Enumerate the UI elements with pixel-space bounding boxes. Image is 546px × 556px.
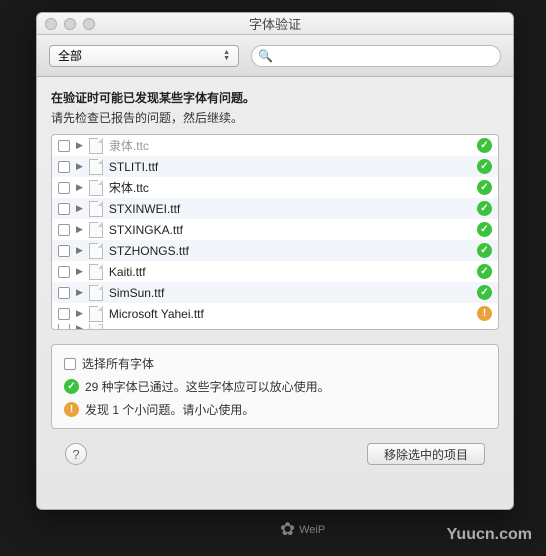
watermark-site: Yuucn.com — [447, 526, 532, 544]
search-field: 🔍 — [251, 45, 501, 67]
row-checkbox[interactable] — [58, 182, 70, 194]
font-list[interactable]: ▶ 隶体.ttc ✓ ▶ STLITI.ttf ✓ ▶ 宋体.ttc ✓ ▶ STXINWEI.tt… — [51, 134, 499, 330]
warning-icon: ! — [477, 306, 492, 321]
warning-subtext: 请先检查已报告的问题，然后继续。 — [51, 109, 499, 126]
list-item[interactable]: ▶ STXINGKA.ttf ✓ — [52, 219, 498, 240]
list-item[interactable]: ▶ Kaiti.ttf ✓ — [52, 261, 498, 282]
list-item[interactable]: ▶ SimSun.ttf ✓ — [52, 282, 498, 303]
font-name: STZHONGS.ttf — [109, 244, 471, 258]
file-icon — [89, 324, 103, 330]
list-item[interactable]: ▶ — [52, 324, 498, 330]
filter-select[interactable]: 全部 ▲▼ — [49, 45, 239, 67]
search-icon: 🔍 — [258, 49, 273, 63]
disclosure-triangle-icon[interactable]: ▶ — [76, 161, 83, 172]
list-item[interactable]: ▶ STLITI.ttf ✓ — [52, 156, 498, 177]
check-icon: ✓ — [64, 379, 79, 394]
font-name: Microsoft Yahei.ttf — [109, 307, 471, 321]
row-checkbox[interactable] — [58, 203, 70, 215]
file-icon — [89, 138, 103, 154]
font-validation-window: 字体验证 全部 ▲▼ 🔍 在验证时可能已发现某些字体有问题。 请先检查已报告的问… — [36, 12, 514, 510]
file-icon — [89, 201, 103, 217]
check-icon: ✓ — [477, 264, 492, 279]
check-icon: ✓ — [477, 201, 492, 216]
warning-icon: ! — [64, 402, 79, 417]
disclosure-triangle-icon[interactable]: ▶ — [76, 245, 83, 256]
search-input[interactable] — [251, 45, 501, 67]
row-checkbox[interactable] — [58, 224, 70, 236]
footer: ? 移除选中的项目 — [51, 443, 499, 465]
disclosure-triangle-icon[interactable]: ▶ — [76, 308, 83, 319]
warning-heading: 在验证时可能已发现某些字体有问题。 — [51, 89, 499, 106]
disclosure-triangle-icon[interactable]: ▶ — [76, 224, 83, 235]
warned-row: ! 发现 1 个小问题。请小心使用。 — [64, 401, 486, 418]
select-all-row: 选择所有字体 — [64, 355, 486, 372]
check-icon: ✓ — [477, 222, 492, 237]
list-item[interactable]: ▶ STZHONGS.ttf ✓ — [52, 240, 498, 261]
file-icon — [89, 243, 103, 259]
filter-label: 全部 — [58, 47, 82, 64]
font-name: STLITI.ttf — [109, 160, 471, 174]
row-checkbox[interactable] — [58, 140, 70, 152]
font-name: Kaiti.ttf — [109, 265, 471, 279]
font-name: 隶体.ttc — [109, 137, 471, 154]
passed-text: 29 种字体已通过。这些字体应可以放心使用。 — [85, 378, 330, 395]
check-icon: ✓ — [477, 285, 492, 300]
list-item[interactable]: ▶ STXINWEI.ttf ✓ — [52, 198, 498, 219]
disclosure-triangle-icon[interactable]: ▶ — [76, 182, 83, 193]
file-icon — [89, 264, 103, 280]
window-title: 字体验证 — [45, 14, 505, 33]
file-icon — [89, 180, 103, 196]
row-checkbox[interactable] — [58, 308, 70, 320]
list-item[interactable]: ▶ 隶体.ttc ✓ — [52, 135, 498, 156]
file-icon — [89, 159, 103, 175]
font-name: 宋体.ttc — [109, 179, 471, 196]
check-icon: ✓ — [477, 180, 492, 195]
row-checkbox[interactable] — [58, 266, 70, 278]
summary-box: 选择所有字体 ✓ 29 种字体已通过。这些字体应可以放心使用。 ! 发现 1 个… — [51, 344, 499, 429]
file-icon — [89, 285, 103, 301]
updown-icon: ▲▼ — [223, 50, 230, 62]
file-icon — [89, 306, 103, 322]
row-checkbox[interactable] — [58, 245, 70, 257]
check-icon: ✓ — [477, 243, 492, 258]
disclosure-triangle-icon[interactable]: ▶ — [76, 203, 83, 214]
file-icon — [89, 222, 103, 238]
filter-select-button[interactable]: 全部 ▲▼ — [49, 45, 239, 67]
row-checkbox[interactable] — [58, 287, 70, 299]
list-item[interactable]: ▶ 宋体.ttc ✓ — [52, 177, 498, 198]
font-name: STXINWEI.ttf — [109, 202, 471, 216]
check-icon: ✓ — [477, 138, 492, 153]
disclosure-triangle-icon[interactable]: ▶ — [76, 287, 83, 298]
titlebar: 字体验证 — [37, 13, 513, 35]
disclosure-triangle-icon[interactable]: ▶ — [76, 140, 83, 151]
passed-row: ✓ 29 种字体已通过。这些字体应可以放心使用。 — [64, 378, 486, 395]
font-name: SimSun.ttf — [109, 286, 471, 300]
content: 在验证时可能已发现某些字体有问题。 请先检查已报告的问题，然后继续。 ▶ 隶体.t… — [37, 77, 513, 477]
warned-text: 发现 1 个小问题。请小心使用。 — [85, 401, 254, 418]
toolbar: 全部 ▲▼ 🔍 — [37, 35, 513, 77]
help-button[interactable]: ? — [65, 443, 87, 465]
disclosure-triangle-icon[interactable]: ▶ — [76, 266, 83, 277]
row-checkbox[interactable] — [58, 161, 70, 173]
remove-selected-button[interactable]: 移除选中的项目 — [367, 443, 485, 465]
select-all-checkbox[interactable] — [64, 358, 76, 370]
font-name: STXINGKA.ttf — [109, 223, 471, 237]
logo-icon: ✿ — [280, 519, 295, 540]
select-all-label: 选择所有字体 — [82, 355, 154, 372]
list-item[interactable]: ▶ Microsoft Yahei.ttf! — [52, 303, 498, 324]
watermark-brand: ✿ WeiP — [280, 519, 325, 540]
row-checkbox[interactable] — [58, 324, 70, 330]
disclosure-triangle-icon[interactable]: ▶ — [76, 324, 83, 330]
check-icon: ✓ — [477, 159, 492, 174]
